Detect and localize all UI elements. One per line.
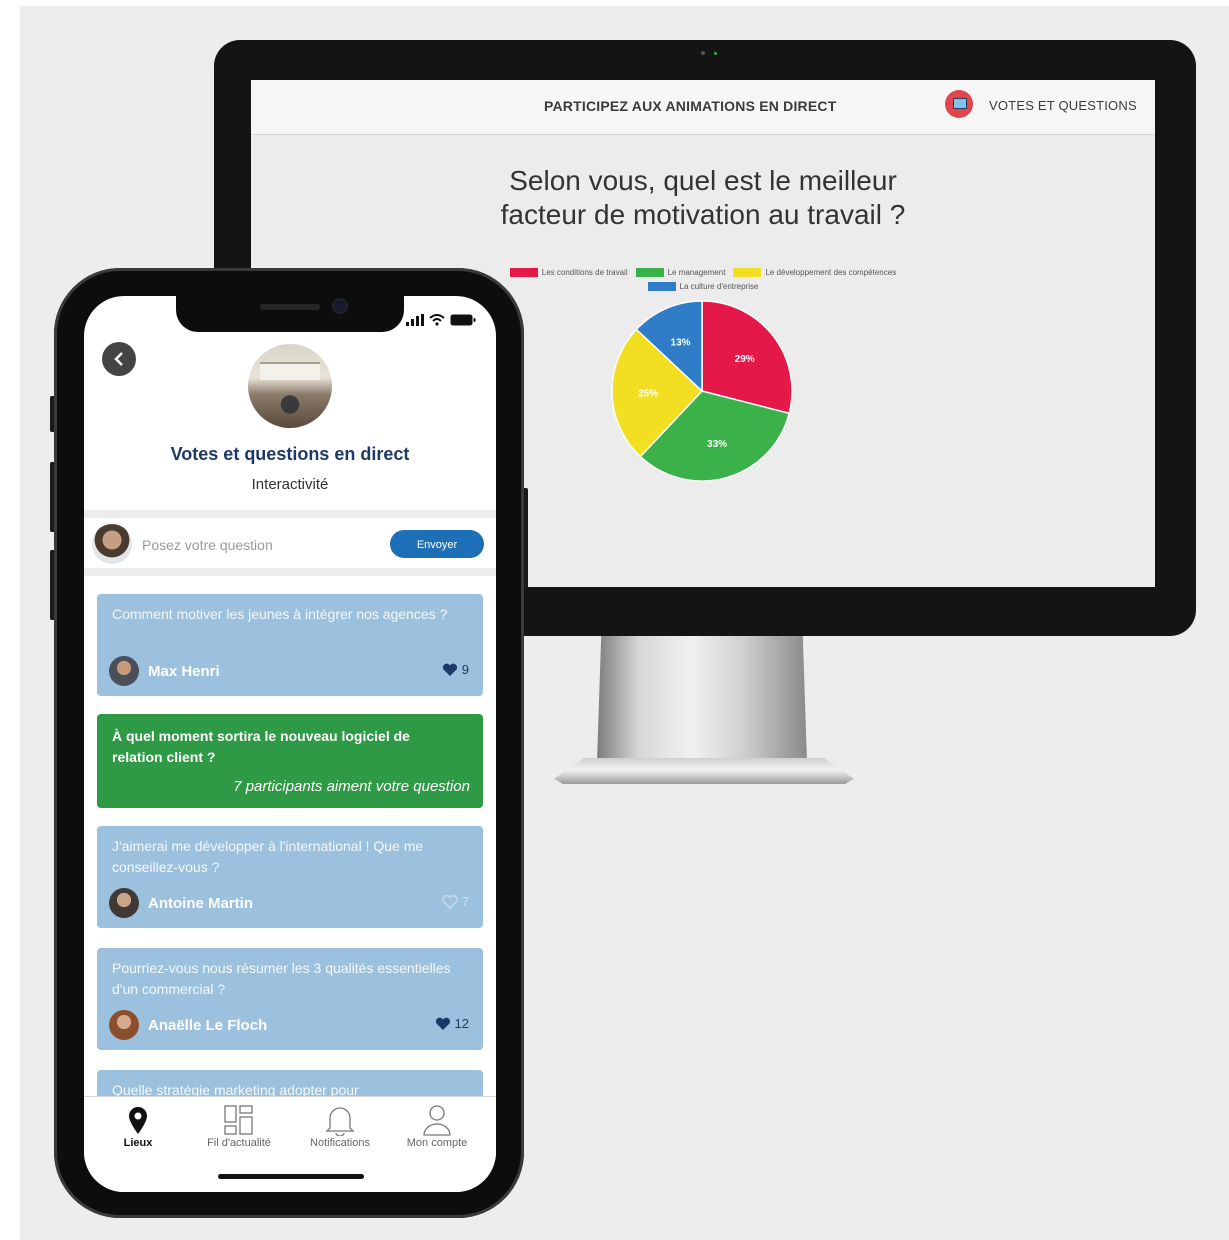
votes-and-questions-link[interactable]: VOTES ET QUESTIONS <box>989 98 1137 113</box>
send-button[interactable]: Envoyer <box>390 530 484 558</box>
chevron-left-icon <box>114 352 123 366</box>
author-name: Antoine Martin <box>148 894 253 912</box>
monitor-stand <box>597 636 807 762</box>
question-input[interactable] <box>140 532 384 558</box>
wifi-icon <box>429 314 445 326</box>
divider <box>84 510 496 518</box>
like-count: 9 <box>461 662 469 677</box>
tab-label: Mon compte <box>406 1137 468 1149</box>
avatar <box>109 656 139 686</box>
question-card[interactable]: Comment motiver les jeunes à intégrer no… <box>97 594 483 696</box>
tab-notifications[interactable]: Notifications <box>295 1103 385 1149</box>
likes-note: 7 participants aiment votre question <box>233 778 470 795</box>
status-bar-icons <box>406 314 476 326</box>
heart-filled-icon <box>435 1017 450 1030</box>
like-count: 12 <box>454 1016 469 1031</box>
phone-screen: Votes et questions en direct Interactivi… <box>84 296 496 1192</box>
user-avatar <box>92 524 132 564</box>
divider <box>84 568 496 576</box>
legend-item-management: Le management <box>635 268 725 277</box>
battery-icon <box>450 314 476 326</box>
grid-icon <box>224 1105 253 1135</box>
votes-icon[interactable] <box>945 90 973 118</box>
pie-chart: 29% 33% 25% 13% <box>611 300 793 482</box>
pie-label-0: 29% <box>735 354 755 365</box>
question-card[interactable]: Quelle stratégie marketing adopter pour <box>97 1070 483 1096</box>
like-button[interactable]: 12 <box>435 1016 469 1031</box>
question-text: Quelle stratégie marketing adopter pour <box>112 1082 359 1096</box>
bell-icon <box>325 1107 355 1136</box>
signal-icon <box>406 314 424 326</box>
legend-item-conditions: Les conditions de travail <box>509 268 628 277</box>
avatar <box>109 1010 139 1040</box>
tab-fil-actualite[interactable]: Fil d'actualité <box>194 1103 284 1149</box>
question-author: Antoine Martin <box>109 888 253 918</box>
tab-label: Notifications <box>310 1137 370 1149</box>
user-icon <box>423 1105 451 1136</box>
home-indicator <box>218 1174 364 1179</box>
question-author: Anaëlle Le Floch <box>109 1010 267 1040</box>
question-text: J'aimerai me développer à l'internationa… <box>112 838 424 875</box>
tab-label: Fil d'actualité <box>207 1137 271 1149</box>
poll-question: Selon vous, quel est le meilleur facteur… <box>251 164 1155 232</box>
legend-item-culture: La culture d'entreprise <box>647 282 758 291</box>
tab-label: Lieux <box>123 1137 153 1149</box>
like-button[interactable]: 7 <box>442 894 469 909</box>
poll-question-line-1: Selon vous, quel est le meilleur <box>509 165 897 196</box>
question-text: Comment motiver les jeunes à intégrer no… <box>112 606 448 622</box>
legend-item-competences: Le développement des compétences <box>733 268 896 277</box>
question-text: À quel moment sortira le nouveau logicie… <box>112 728 410 765</box>
page-title: Votes et questions en direct <box>170 444 410 464</box>
author-name: Max Henri <box>148 662 220 680</box>
back-button[interactable] <box>102 342 136 376</box>
questions-feed[interactable]: Comment motiver les jeunes à intégrer no… <box>84 586 496 1096</box>
question-author: Max Henri <box>109 656 220 686</box>
question-card[interactable]: J'aimerai me développer à l'internationa… <box>97 826 483 928</box>
poll-question-line-2: facteur de motivation au travail ? <box>500 199 906 230</box>
heart-filled-icon <box>442 663 457 676</box>
like-count: 7 <box>461 894 469 909</box>
tab-lieux[interactable]: Lieux <box>93 1103 183 1149</box>
my-question-card[interactable]: À quel moment sortira le nouveau logicie… <box>97 714 483 808</box>
venue-photo <box>248 344 332 428</box>
author-name: Anaëlle Le Floch <box>148 1016 268 1034</box>
monitor-camera <box>701 51 705 55</box>
pie-label-1: 33% <box>707 439 727 450</box>
monitor-camera-led <box>714 52 717 55</box>
page-subtitle: Interactivité <box>251 476 329 493</box>
phone-notch <box>176 296 404 332</box>
map-pin-icon <box>129 1107 147 1134</box>
monitor-base <box>554 758 854 784</box>
pie-label-2: 25% <box>638 389 658 400</box>
desktop-header: PARTICIPEZ AUX ANIMATIONS EN DIRECT VOTE… <box>251 80 1155 135</box>
pie-label-3: 13% <box>671 337 691 348</box>
heart-outline-icon <box>442 894 458 909</box>
like-button[interactable]: 9 <box>442 662 469 677</box>
question-card[interactable]: Pourriez-vous nous résumer les 3 qualité… <box>97 948 483 1050</box>
tab-mon-compte[interactable]: Mon compte <box>392 1103 482 1149</box>
question-text: Pourriez-vous nous résumer les 3 qualité… <box>112 960 451 997</box>
avatar <box>109 888 139 918</box>
desktop-header-title: PARTICIPEZ AUX ANIMATIONS EN DIRECT <box>544 98 837 114</box>
